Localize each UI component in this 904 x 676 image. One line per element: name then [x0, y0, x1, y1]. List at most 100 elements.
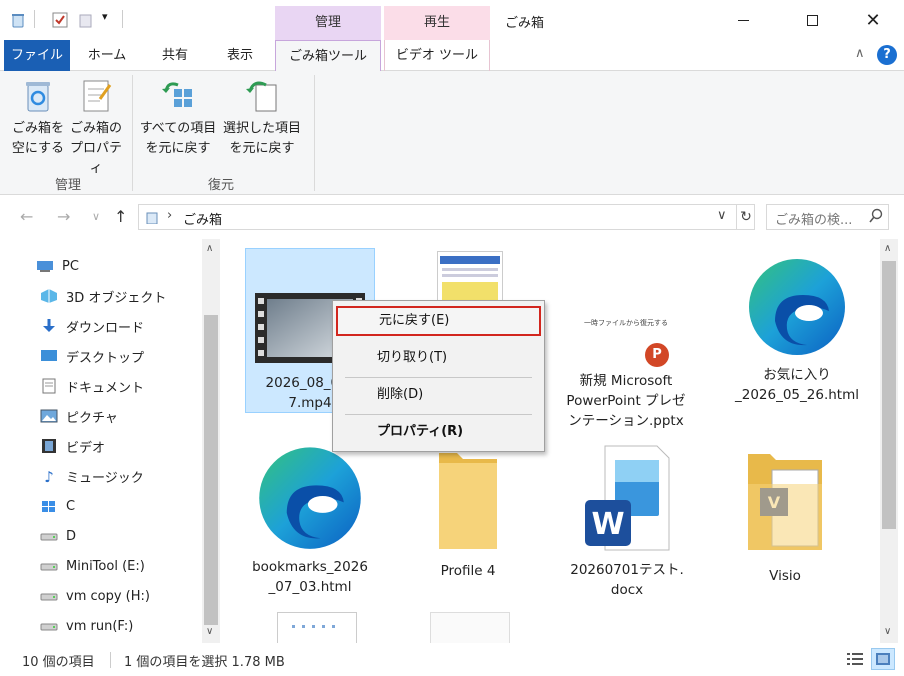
- empty-recycle-bin-button[interactable]: ごみ箱を 空にする: [8, 77, 68, 159]
- nav-item-3d-objects[interactable]: 3D オブジェクト: [40, 285, 166, 307]
- nav-item-label: デスクトップ: [66, 350, 145, 366]
- forward-arrow-icon[interactable]: →: [57, 207, 70, 226]
- address-bar[interactable]: › ごみ箱 ∨ ↻: [138, 204, 755, 230]
- file-name-line1: お気に入り: [763, 367, 831, 383]
- file-item-edge-favorites[interactable]: お気に入り _2026_05_26.html: [732, 251, 862, 411]
- properties-check-icon[interactable]: [52, 12, 68, 28]
- help-icon[interactable]: ?: [877, 45, 897, 65]
- maximize-button[interactable]: [789, 0, 835, 40]
- large-icons-view-icon[interactable]: [871, 648, 895, 670]
- nav-item-pc[interactable]: PC: [36, 255, 79, 277]
- restore-all-button[interactable]: すべての項目 を元に戻す: [136, 77, 220, 159]
- nav-scrollbar[interactable]: ∧ ∨: [202, 239, 220, 643]
- address-dropdown-icon[interactable]: ∨: [717, 208, 727, 223]
- recycle-bin-properties-button[interactable]: ごみ箱の プロパティ: [66, 77, 126, 179]
- nav-item-drive-d[interactable]: D: [40, 525, 76, 547]
- maximize-icon: [806, 14, 818, 26]
- nav-item-label: D: [66, 528, 77, 544]
- chevron-down-icon[interactable]: ▾: [102, 10, 118, 26]
- nav-item-documents[interactable]: ドキュメント: [40, 375, 144, 397]
- status-bar: 10 個の項目 1 個の項目を選択 1.78 MB: [0, 643, 904, 676]
- restore-selected-label-2: を元に戻す: [229, 141, 295, 156]
- address-row: ← → ∨ ↑ › ごみ箱 ∨ ↻ ごみ箱の検...: [0, 195, 904, 239]
- restore-selected-button[interactable]: 選択した項目 を元に戻す: [220, 77, 304, 159]
- content-scrollbar[interactable]: ∧ ∨: [880, 239, 898, 643]
- properties-icon: [78, 77, 114, 115]
- restore-selected-icon: [244, 77, 280, 115]
- scroll-down-icon[interactable]: ∨: [884, 626, 891, 637]
- nav-item-label: vm copy (H:): [66, 588, 150, 604]
- tab-recycle-bin-tools[interactable]: ごみ箱ツール: [275, 40, 381, 72]
- scroll-up-icon[interactable]: ∧: [884, 243, 891, 254]
- file-item-edge-bookmarks[interactable]: bookmarks_2026 _07_03.html: [245, 437, 375, 602]
- file-item-visio-folder[interactable]: V Visio: [720, 444, 850, 584]
- partial-file-item[interactable]: [277, 612, 357, 643]
- ribbon: ごみ箱を 空にする ごみ箱の プロパティ 管理 すべての項目 を元に戻す 選択し…: [0, 71, 904, 195]
- nav-item-drive-h[interactable]: vm copy (H:): [40, 585, 150, 607]
- ribbon-tabs: ファイル ホーム 共有 表示 ごみ箱ツール ビデオ ツール ∧ ?: [0, 40, 904, 72]
- close-button[interactable]: ✕: [850, 0, 896, 40]
- tab-file[interactable]: ファイル: [4, 40, 70, 71]
- recent-chevron-icon[interactable]: ∨: [92, 210, 100, 223]
- details-view-icon[interactable]: [846, 650, 864, 668]
- menu-item-cut[interactable]: 切り取り(T): [336, 343, 541, 373]
- chevron-up-icon[interactable]: ∧: [855, 46, 865, 61]
- desktop-icon: [40, 348, 58, 364]
- refresh-icon[interactable]: ↻: [736, 204, 755, 230]
- pptx-thumb-text: 一時ファイルから復元する: [584, 319, 668, 327]
- file-item-pptx[interactable]: 一時ファイルから復元する P 新規 Microsoft PowerPoint プ…: [561, 263, 691, 433]
- folder-icon: [433, 439, 503, 551]
- back-arrow-icon[interactable]: ←: [20, 207, 33, 226]
- empty-recycle-bin-label-2: 空にする: [11, 141, 65, 156]
- recycle-bin-icon: [20, 77, 56, 115]
- nav-item-drive-c[interactable]: C: [40, 495, 75, 517]
- content-scroll-thumb[interactable]: [882, 261, 896, 529]
- file-view: 2026_08_03_ 7.mp4 一時ファイルから復元する P 新規 Micr…: [222, 239, 880, 643]
- drive-icon: [40, 558, 58, 574]
- play-tab-header: 再生: [384, 6, 490, 40]
- tab-home[interactable]: ホーム: [76, 40, 138, 71]
- menu-item-delete[interactable]: 削除(D): [336, 380, 541, 410]
- nav-item-pictures[interactable]: ピクチャ: [40, 405, 118, 427]
- tab-video-tools[interactable]: ビデオ ツール: [384, 40, 490, 71]
- tab-share[interactable]: 共有: [146, 40, 204, 71]
- nav-item-videos[interactable]: ビデオ: [40, 435, 105, 457]
- nav-item-label: 3D オブジェクト: [66, 290, 167, 306]
- item-count: 10 個の項目: [22, 655, 95, 670]
- nav-scroll-thumb[interactable]: [204, 315, 218, 625]
- window-title: ごみ箱: [505, 16, 545, 31]
- tab-view[interactable]: 表示: [212, 40, 268, 71]
- nav-item-music[interactable]: ♪ ミュージック: [40, 465, 144, 487]
- edge-icon: [255, 437, 365, 555]
- windows-drive-icon: [40, 498, 58, 514]
- up-arrow-icon[interactable]: ↑: [114, 207, 127, 226]
- nav-item-downloads[interactable]: ダウンロード: [40, 315, 144, 337]
- partial-file-item[interactable]: [430, 612, 510, 643]
- nav-item-desktop[interactable]: デスクトップ: [40, 345, 144, 367]
- breadcrumb-chevron-icon: ›: [167, 208, 173, 223]
- new-folder-icon[interactable]: [78, 12, 94, 28]
- minimize-icon: [737, 19, 749, 21]
- documents-icon: [40, 378, 58, 394]
- minimize-button[interactable]: [720, 0, 766, 40]
- file-name-line1: 20260701テスト.: [570, 562, 684, 578]
- file-item-profile-folder[interactable]: Profile 4: [403, 439, 533, 579]
- restore-all-label-1: すべての項目: [139, 121, 217, 136]
- title-bar: ▾ 管理 再生 ごみ箱 ✕: [0, 0, 904, 40]
- breadcrumb[interactable]: ごみ箱: [183, 209, 222, 228]
- scroll-down-icon[interactable]: ∨: [206, 626, 213, 637]
- file-item-docx[interactable]: W 20260701テスト. docx: [562, 444, 692, 604]
- nav-item-drive-f[interactable]: vm run(F:): [40, 615, 133, 637]
- scroll-up-icon[interactable]: ∧: [206, 243, 213, 254]
- properties-label-1: ごみ箱の: [69, 121, 122, 136]
- nav-item-label: ミュージック: [66, 470, 144, 486]
- file-name-line1: Profile 4: [440, 563, 496, 579]
- nav-item-drive-e[interactable]: MiniTool (E:): [40, 555, 145, 577]
- recycle-bin-path-icon: [145, 210, 159, 227]
- menu-item-restore[interactable]: 元に戻す(E): [336, 306, 541, 336]
- drive-icon: [40, 618, 58, 634]
- restore-all-label-2: を元に戻す: [145, 141, 211, 156]
- menu-item-properties[interactable]: プロパティ(R): [336, 417, 541, 447]
- search-input[interactable]: ごみ箱の検...: [766, 204, 889, 230]
- file-name-line2: PowerPoint プレゼ: [566, 393, 686, 409]
